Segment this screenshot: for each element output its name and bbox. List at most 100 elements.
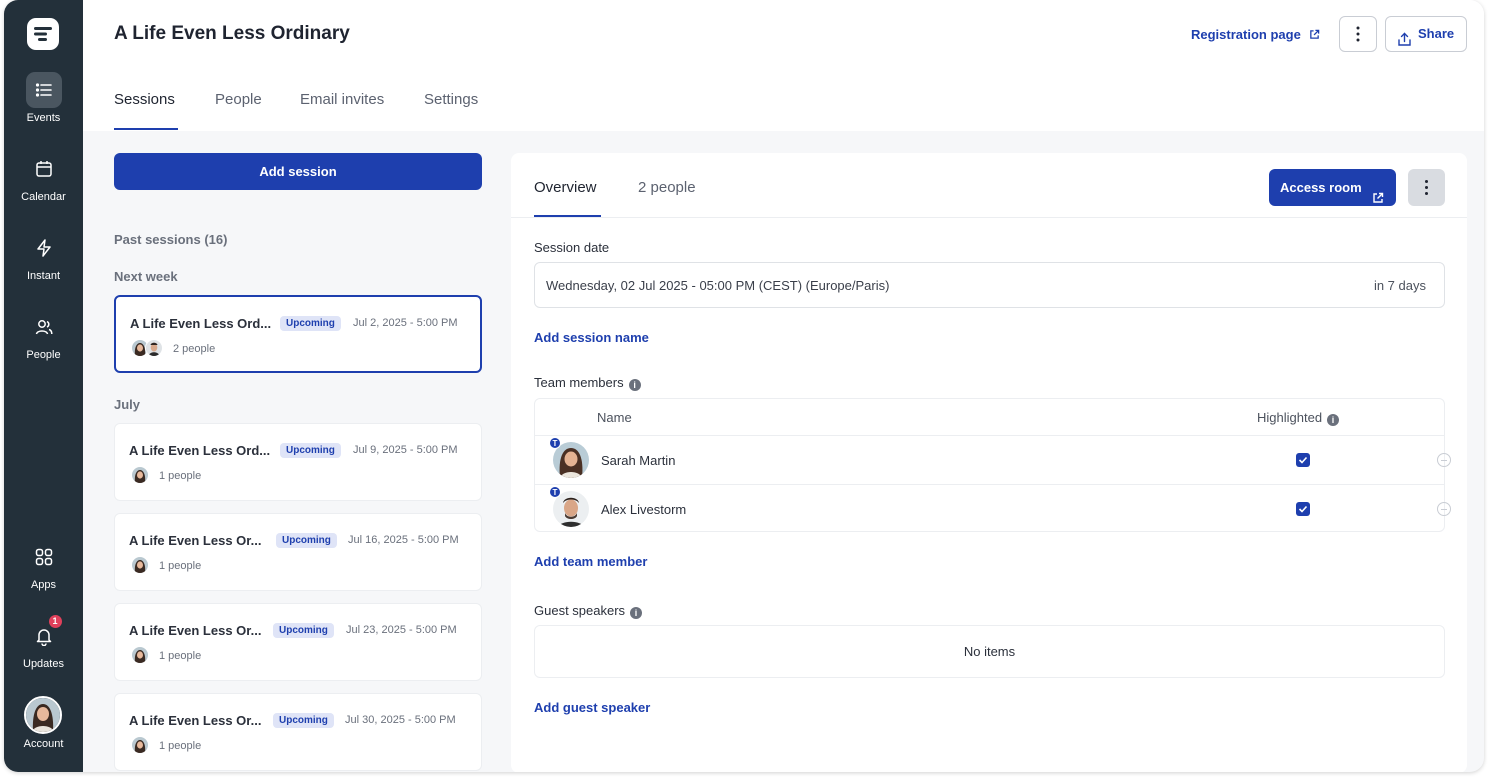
session-card[interactable]: A Life Even Less Ord... Upcoming Jul 9, … [114,423,482,501]
notification-badge: 1 [48,615,62,628]
kebab-icon [1356,26,1360,42]
status-badge: Upcoming [276,533,337,548]
avatar [131,556,149,574]
add-guest-speaker-link[interactable]: Add guest speaker [534,700,650,715]
bolt-icon [26,230,62,266]
guest-speakers-list: No items [534,625,1445,678]
session-date-field[interactable]: Wednesday, 02 Jul 2025 - 05:00 PM (CEST)… [534,262,1445,308]
sidebar-item-label: Calendar [21,191,66,203]
status-badge: Upcoming [280,443,341,458]
sidebar-item-label: People [26,349,61,361]
column-header-highlighted-text: Highlighted [1257,410,1323,425]
avatar [131,466,149,484]
team-badge: T [549,437,561,449]
session-people-count: 1 people [159,470,202,482]
sidebar-item-instant[interactable]: Instant [4,230,83,282]
share-label: Share [1418,26,1455,41]
sidebar-item-account[interactable]: Account [4,738,83,750]
session-date-label: Session date [534,240,610,255]
session-more-button[interactable] [1408,169,1445,206]
tab-session-people[interactable]: 2 people [638,179,696,196]
team-members-label-text: Team members [534,375,624,390]
sidebar-item-label: Apps [30,579,57,591]
session-detail-panel: Overview 2 people Access room Session da… [511,153,1467,772]
more-options-button[interactable] [1339,16,1377,52]
checkmark-icon [1298,505,1308,513]
guest-speakers-label: Guest speakers i [534,603,643,619]
sidebar-item-label: Account [23,738,64,750]
page-title: A Life Even Less Ordinary [114,23,350,44]
info-icon[interactable]: i [630,607,643,619]
past-sessions-toggle[interactable]: Past sessions (16) [114,232,227,247]
column-header-name: Name [597,410,632,425]
external-link-icon [1309,28,1320,43]
session-date-value: Wednesday, 02 Jul 2025 - 05:00 PM (CEST)… [546,278,890,293]
member-name: Sarah Martin [601,453,676,468]
session-card[interactable]: A Life Even Less Or... Upcoming Jul 23, … [114,603,482,681]
highlighted-checkbox[interactable] [1296,453,1310,467]
sidebar-item-label: Updates [23,658,64,670]
session-title: A Life Even Less Or... [129,713,262,728]
session-title: A Life Even Less Ord... [130,316,272,331]
session-date: Jul 30, 2025 - 5:00 PM [345,714,456,726]
session-people-count: 2 people [173,343,216,355]
group-label-july: July [114,397,141,412]
avatar [131,736,149,754]
group-label-next-week: Next week [114,269,178,284]
tab-overview[interactable]: Overview [534,179,597,196]
sidebar-item-label: Instant [26,270,61,282]
session-title: A Life Even Less Ord... [129,443,271,458]
avatar [131,646,149,664]
highlighted-checkbox[interactable] [1296,502,1310,516]
status-badge: Upcoming [280,316,341,331]
session-card[interactable]: A Life Even Less Ord... Upcoming Jul 2, … [114,295,482,373]
table-row: T Alex Livestorm [535,484,1451,532]
app-logo[interactable] [27,18,59,50]
session-date: Jul 9, 2025 - 5:00 PM [353,444,458,456]
table-row: T Sarah Martin [535,435,1451,483]
team-members-table: Name Highlighted i T Sarah Martin T Alex … [534,398,1451,532]
team-badge: T [549,486,561,498]
sidebar-item-calendar[interactable]: Calendar [4,151,83,203]
share-icon [1397,26,1412,60]
app-window: Events Calendar Instant People Apps 1 Up… [4,0,1484,772]
info-icon[interactable]: i [628,379,641,391]
add-session-button[interactable]: Add session [114,153,482,190]
tab-people[interactable]: People [215,91,262,108]
remove-member-button[interactable] [1437,502,1451,516]
team-members-label: Team members i [534,375,641,391]
remove-member-button[interactable] [1437,453,1451,467]
account-avatar[interactable] [24,696,62,734]
sidebar-item-updates[interactable]: 1 Updates [4,615,83,670]
share-button[interactable]: Share [1385,16,1467,52]
checkmark-icon [1298,456,1308,464]
session-card[interactable]: A Life Even Less Or... Upcoming Jul 16, … [114,513,482,591]
divider [511,217,1467,218]
add-session-name-link[interactable]: Add session name [534,330,649,345]
session-date: Jul 16, 2025 - 5:00 PM [348,534,459,546]
empty-state-text: No items [963,644,1016,659]
sidebar-item-apps[interactable]: Apps [4,539,83,591]
sidebar-item-events[interactable]: Events [4,72,83,124]
guest-speakers-label-text: Guest speakers [534,603,626,618]
session-date-relative: in 7 days [1373,278,1426,293]
tab-settings[interactable]: Settings [424,91,478,108]
access-room-button[interactable]: Access room [1269,169,1396,206]
tab-sessions[interactable]: Sessions [114,91,175,108]
status-badge: Upcoming [273,713,334,728]
people-icon [26,309,62,345]
avatar [145,339,163,357]
session-card[interactable]: A Life Even Less Or... Upcoming Jul 30, … [114,693,482,771]
session-date: Jul 23, 2025 - 5:00 PM [346,624,457,636]
registration-page-link[interactable]: Registration page [1191,27,1320,43]
kebab-icon [1425,180,1428,195]
session-date: Jul 2, 2025 - 5:00 PM [353,317,458,329]
info-icon[interactable]: i [1327,414,1340,426]
tab-email-invites[interactable]: Email invites [300,91,384,108]
add-team-member-link[interactable]: Add team member [534,554,647,569]
apps-grid-icon [26,539,62,575]
registration-page-label: Registration page [1191,27,1301,42]
status-badge: Upcoming [273,623,334,638]
sidebar-item-label: Events [26,112,61,124]
sidebar-item-people[interactable]: People [4,309,83,361]
